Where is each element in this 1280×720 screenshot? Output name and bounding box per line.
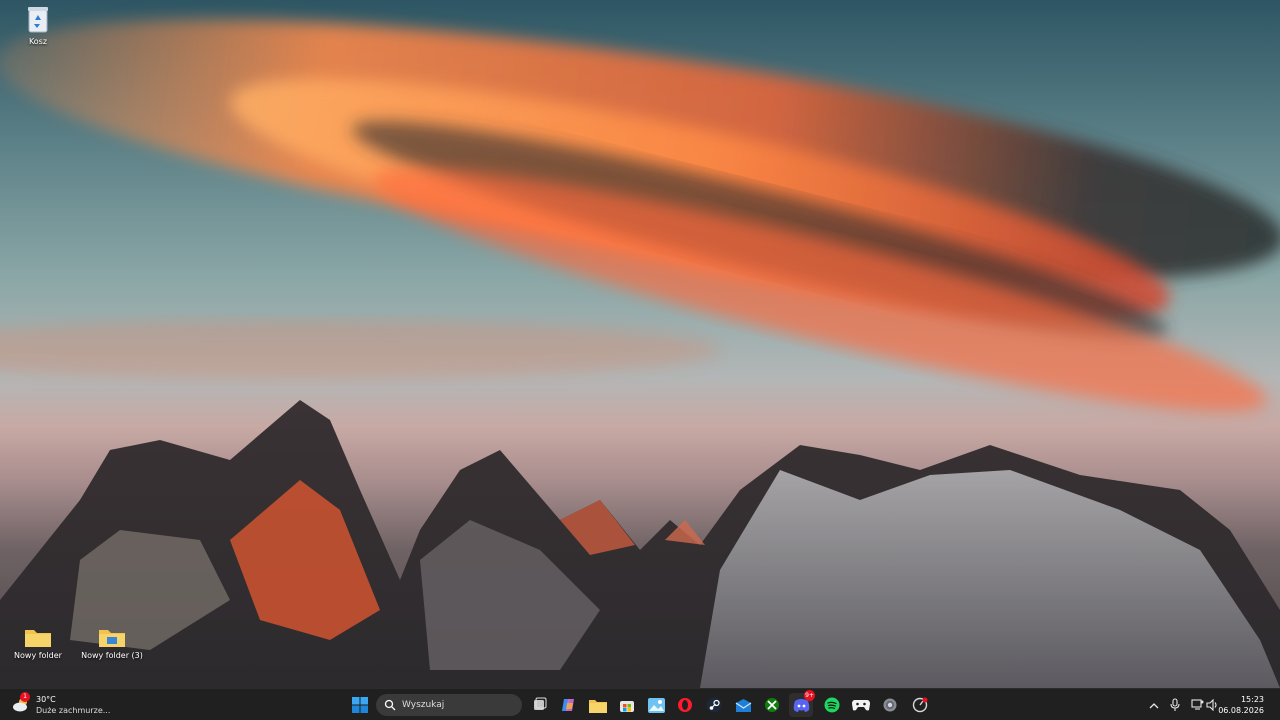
search-box[interactable]: Wyszukaj — [376, 694, 522, 716]
weather-widget[interactable]: 1 30°C Duże zachmurze... — [12, 692, 111, 717]
opera-icon — [678, 698, 692, 712]
desktop-icon-label: Kosz — [28, 37, 48, 46]
settings-button[interactable] — [878, 693, 902, 717]
gear-icon — [883, 698, 897, 712]
taskbar: 1 30°C Duże zachmurze... Wyszukaj 9+ 15:… — [0, 688, 1280, 720]
copilot-button[interactable] — [557, 693, 581, 717]
clock-date: 06.08.2026 — [1218, 706, 1264, 715]
xbox-icon — [765, 698, 779, 712]
copilot-icon — [562, 699, 574, 711]
microphone-icon — [1170, 698, 1180, 711]
desktop-icon-label: Nowy folder (3) — [81, 651, 143, 660]
mail-icon — [735, 698, 751, 712]
desktop-icon-folder-3[interactable]: Nowy folder (3) — [74, 626, 150, 660]
desktop-icon-recycle-bin[interactable]: Kosz — [0, 4, 76, 46]
store-button[interactable] — [615, 693, 639, 717]
search-icon — [384, 699, 396, 711]
opera-button[interactable] — [673, 693, 697, 717]
chart-icon — [912, 697, 928, 713]
folder-icon — [99, 630, 125, 647]
desktop-icon-folder[interactable]: Nowy folder — [0, 626, 76, 660]
epic-button[interactable] — [849, 693, 873, 717]
xbox-button[interactable] — [760, 693, 784, 717]
weather-badge: 1 — [20, 692, 30, 702]
discord-button[interactable]: 9+ — [789, 690, 815, 717]
windows-logo-icon — [352, 697, 368, 713]
folder-icon — [589, 699, 607, 713]
clock-time: 15:23 — [1240, 695, 1264, 704]
mail-button[interactable] — [731, 693, 755, 717]
discord-badge: 9+ — [804, 690, 815, 701]
steam-icon — [706, 697, 722, 713]
cloud-sun-icon: 1 — [12, 692, 30, 714]
steam-button[interactable] — [702, 693, 726, 717]
recycle-bin-icon — [28, 7, 48, 33]
desktop-icon-label: Nowy folder — [14, 651, 62, 660]
weather-condition: Duże zachmurze... — [36, 706, 111, 715]
start-button[interactable] — [348, 693, 372, 717]
clock[interactable]: 15:23 06.08.2026 — [1204, 694, 1264, 716]
file-explorer-button[interactable] — [586, 693, 610, 717]
wallpaper-mountains — [0, 400, 1280, 688]
desktop[interactable]: Kosz Nowy folder Nowy folder (3) — [0, 0, 1280, 688]
task-view-icon — [534, 697, 547, 710]
chevron-up-icon — [1149, 702, 1159, 708]
microphone-button[interactable] — [1163, 693, 1187, 717]
search-placeholder: Wyszukaj — [402, 700, 445, 710]
store-icon — [620, 701, 634, 712]
photos-icon — [647, 697, 665, 713]
game-controller-icon — [852, 700, 870, 711]
spotify-icon — [824, 697, 840, 713]
spotify-button[interactable] — [820, 693, 844, 717]
folder-icon — [25, 630, 51, 647]
task-view-button[interactable] — [528, 693, 552, 717]
weather-temperature: 30°C — [36, 695, 56, 704]
photos-button[interactable] — [644, 693, 668, 717]
app-extra-button[interactable] — [908, 693, 932, 717]
